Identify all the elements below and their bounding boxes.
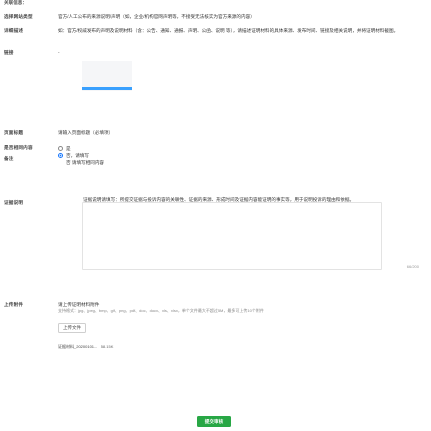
radio-option-yes[interactable]: 是 (58, 145, 417, 152)
note-row: 备注 (4, 156, 417, 162)
submit-button[interactable]: 提交审核 (197, 416, 231, 427)
radio-yes-label: 是 (66, 146, 71, 151)
site-type-label: 选择网站类型 (4, 14, 33, 19)
site-type-row: 选择网站类型 官方/人工公布的来源说明/声明（如，企业/机构官网声明等，不接受无… (4, 14, 417, 20)
evidence-label: 证据说明 (4, 200, 24, 205)
link-value[interactable]: - (58, 50, 417, 56)
description-label: 详细描述 (4, 28, 24, 33)
attachments-hint: 支持格式：jpg、jpeg、bmp、gif、png、pdf、doc、docx、x… (58, 308, 264, 313)
evidence-char-counter: 66/200 (406, 264, 419, 269)
link-row: 链接 - (4, 50, 417, 56)
link-preview-bar (82, 87, 132, 90)
attached-file[interactable]: 证据材料_20200101... 58.15K (58, 344, 417, 350)
attached-file-size: 58.15K (100, 343, 114, 349)
same-content-label: 是否相同内容 (4, 145, 33, 150)
attachments-label: 上传附件 (4, 302, 24, 307)
evidence-text[interactable]: 证据说明请填写：所提交证据与投诉内容的关联性、证据的来源、形成时间及证据内容能证… (83, 197, 381, 203)
page-title-row: 页面标题 请输入页面标题（必填项） (4, 130, 417, 136)
evidence-textarea[interactable]: 证据说明请填写：所提交证据与投诉内容的关联性、证据的来源、形成时间及证据内容能证… (82, 197, 382, 270)
page-title: 关联信息： (4, 0, 27, 5)
page-title-label: 页面标题 (4, 130, 24, 135)
attached-file-name[interactable]: 证据材料_20200101... (58, 344, 97, 349)
upload-file-button[interactable]: 上传文件 (58, 322, 86, 333)
note-label: 备注 (4, 156, 14, 161)
description-row: 详细描述 如：官方/权威发布的声明及说明材料（含：公告、通知、通报、声明、公函、… (4, 28, 417, 34)
site-type-value[interactable]: 官方/人工公布的来源说明/声明（如，企业/机构官网声明等，不接受无法核实为官方来… (58, 14, 417, 20)
radio-yes-icon[interactable] (58, 146, 63, 151)
attachments-row: 上传附件 请上传证明材料附件 支持格式：jpg、jpeg、bmp、gif、png… (4, 302, 417, 350)
description-value: 如：官方/权威发布的声明及说明材料（含：公告、通知、通报、声明、公函、说明 等）… (58, 28, 399, 33)
page-title-input[interactable]: 请输入页面标题（必填项） (58, 130, 417, 136)
link-label: 链接 (4, 50, 14, 55)
